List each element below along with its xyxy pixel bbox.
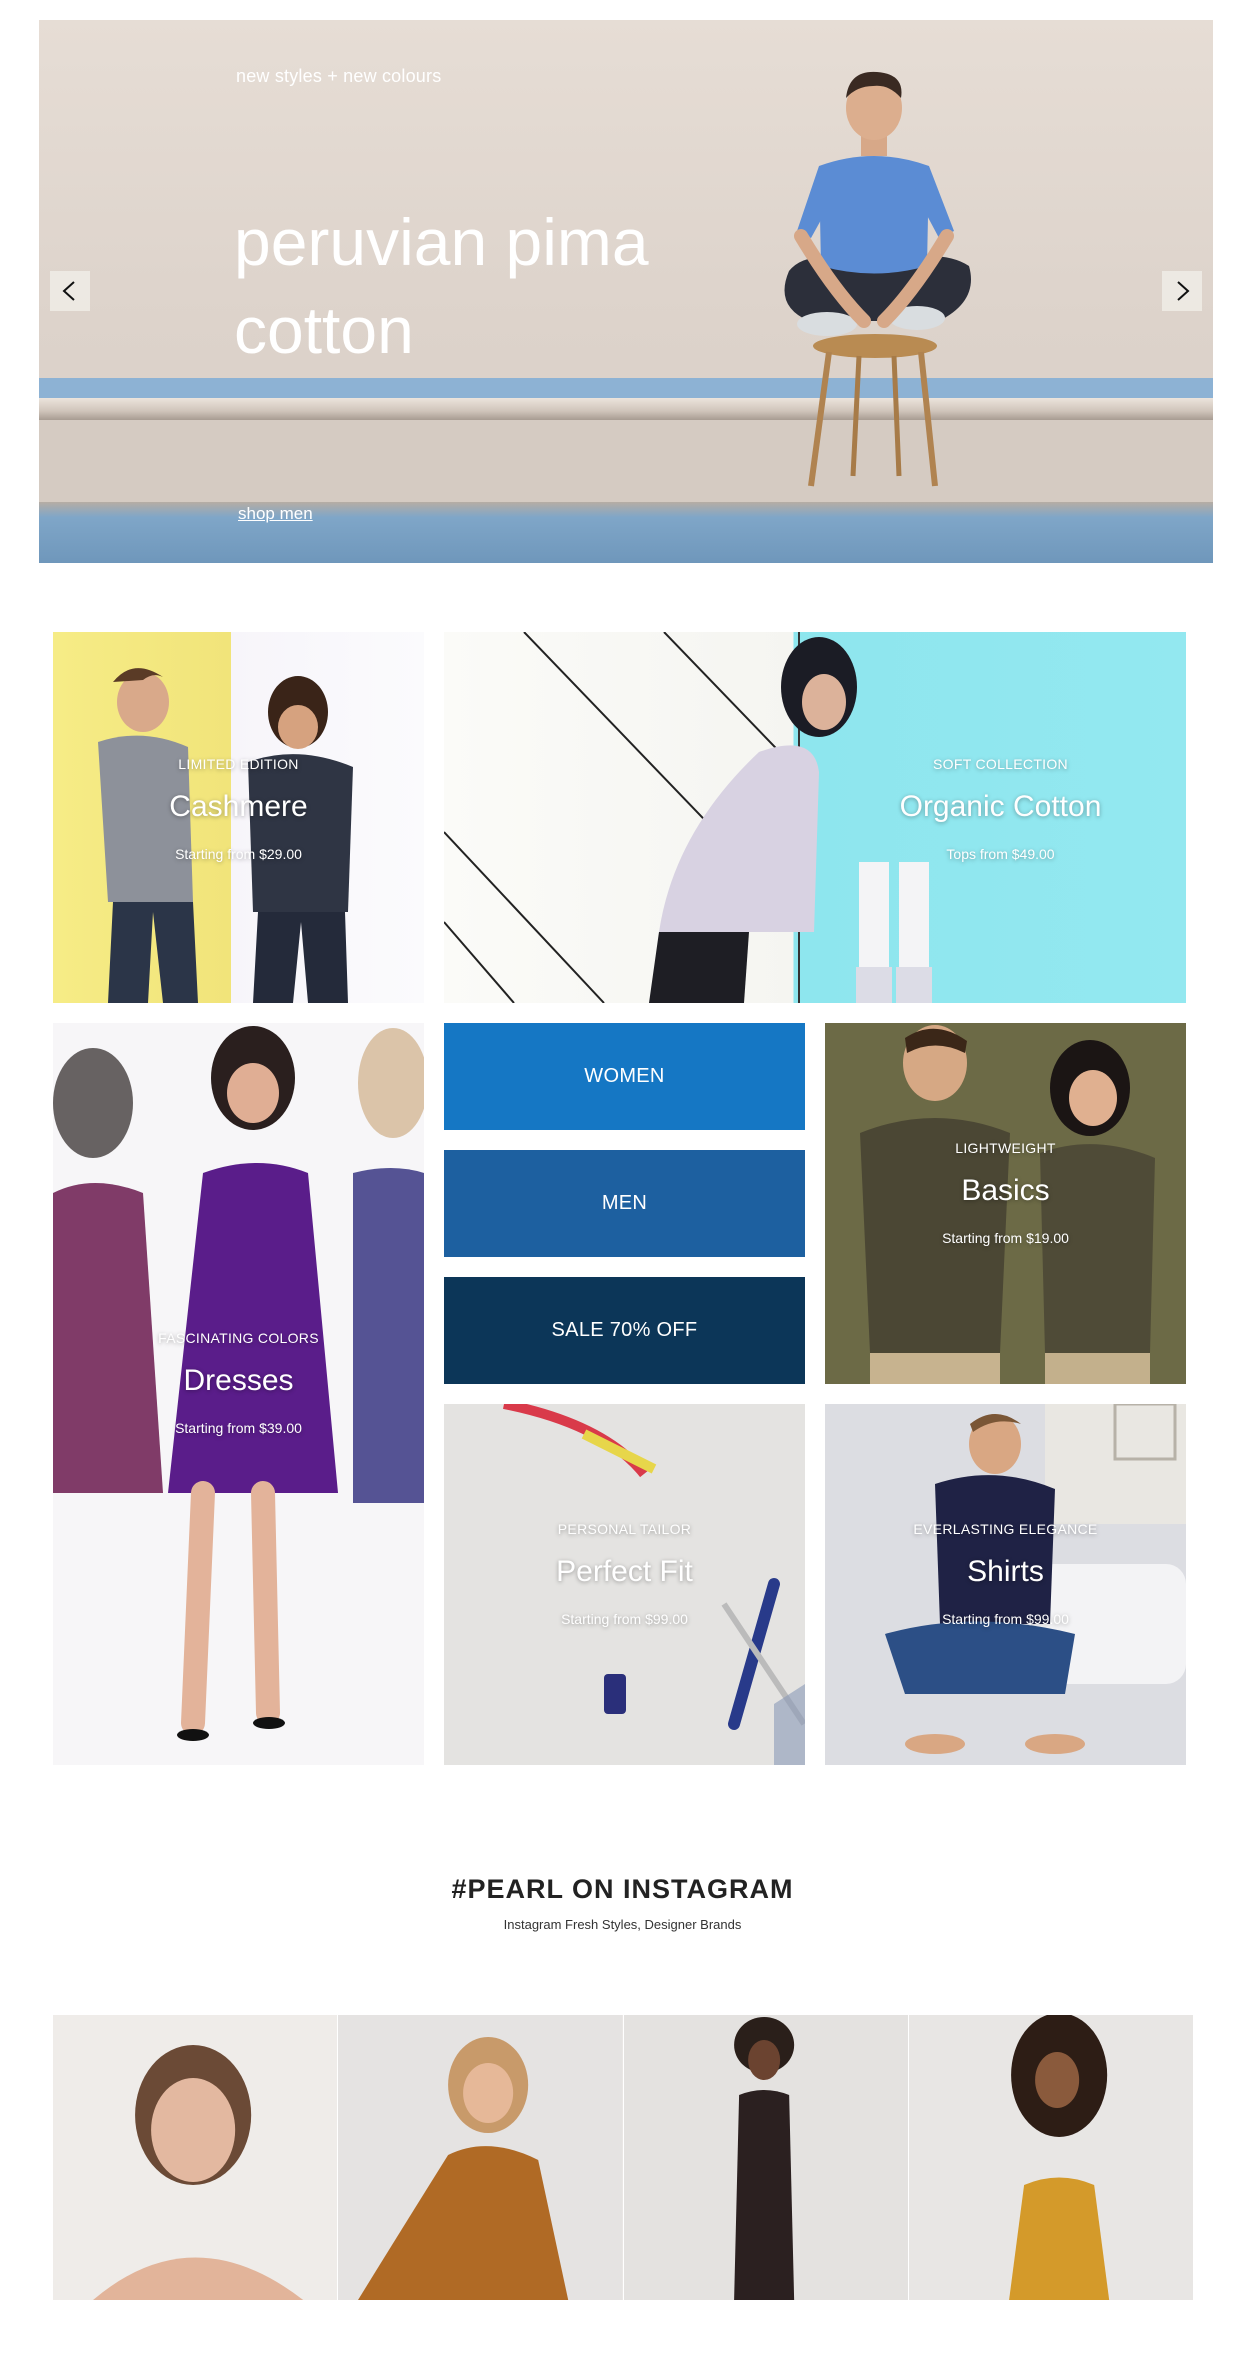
tile-subtitle: Tops from $49.00 (946, 846, 1055, 862)
slider-prev-button[interactable] (50, 271, 90, 311)
hero-shop-men-link[interactable]: shop men (238, 504, 313, 524)
tile-title: Basics (961, 1174, 1050, 1207)
tile-eyebrow: PERSONAL TAILOR (557, 1521, 692, 1537)
tile-eyebrow: EVERLASTING ELEGANCE (913, 1521, 1098, 1537)
hero-headline: peruvian pima cotton (234, 205, 649, 367)
collection-tile-dresses[interactable]: FASCINATING COLORS Dresses Starting from… (53, 1023, 424, 1765)
instagram-post[interactable] (623, 2015, 908, 2300)
category-men-button[interactable]: MEN (444, 1150, 805, 1257)
tile-subtitle: Starting from $99.00 (942, 1611, 1069, 1627)
hero-wall-stripe (39, 378, 1213, 398)
hero-ledge (39, 398, 1213, 420)
collection-tile-shirts[interactable]: EVERLASTING ELEGANCE Shirts Starting fro… (825, 1404, 1186, 1765)
slider-next-button[interactable] (1162, 271, 1202, 311)
basics-caption: LIGHTWEIGHT Basics Starting from $19.00 (825, 1140, 1186, 1246)
dresses-caption: FASCINATING COLORS Dresses Starting from… (53, 1330, 424, 1436)
chevron-right-icon (1177, 281, 1190, 301)
hero-kicker: new styles + new colours (236, 66, 442, 86)
instagram-photo (338, 2015, 623, 2300)
tile-subtitle: Starting from $39.00 (175, 1420, 302, 1436)
instagram-post[interactable] (908, 2015, 1193, 2300)
instagram-subtitle: Instagram Fresh Styles, Designer Brands (503, 1917, 742, 1932)
instagram-post[interactable] (53, 2015, 338, 2300)
collection-tile-perfect-fit[interactable]: PERSONAL TAILOR Perfect Fit Starting fro… (444, 1404, 805, 1765)
instagram-photo (623, 2015, 908, 2300)
tile-eyebrow: LIGHTWEIGHT (955, 1140, 1056, 1156)
tile-subtitle: Starting from $19.00 (942, 1230, 1069, 1246)
instagram-photo (53, 2015, 338, 2300)
tile-eyebrow: FASCINATING COLORS (158, 1330, 319, 1346)
hero-base (39, 502, 1213, 563)
hero-floor (39, 420, 1213, 508)
cashmere-caption: LIMITED EDITION Cashmere Starting from $… (53, 756, 424, 862)
perfect-fit-caption: PERSONAL TAILOR Perfect Fit Starting fro… (444, 1521, 805, 1627)
instagram-grid (53, 2015, 1193, 2300)
tile-eyebrow: LIMITED EDITION (178, 756, 299, 772)
tile-eyebrow: SOFT COLLECTION (933, 756, 1068, 772)
category-women-button[interactable]: WOMEN (444, 1023, 805, 1130)
collection-tile-cashmere[interactable]: LIMITED EDITION Cashmere Starting from $… (53, 632, 424, 1003)
collection-tile-organic-cotton[interactable]: SOFT COLLECTION Organic Cotton Tops from… (444, 632, 1186, 1003)
tile-subtitle: Starting from $29.00 (175, 846, 302, 862)
organic-caption: SOFT COLLECTION Organic Cotton Tops from… (815, 756, 1186, 862)
tile-title: Perfect Fit (556, 1555, 693, 1588)
hero-model-image (784, 71, 971, 487)
instagram-photo (908, 2015, 1193, 2300)
tile-title: Shirts (967, 1555, 1044, 1588)
tile-title: Organic Cotton (899, 790, 1102, 823)
tile-subtitle: Starting from $99.00 (561, 1611, 688, 1627)
tile-title: Cashmere (169, 790, 308, 823)
collection-tile-basics[interactable]: LIGHTWEIGHT Basics Starting from $19.00 (825, 1023, 1186, 1384)
instagram-title: #PEARL ON INSTAGRAM (451, 1874, 794, 1904)
hero-slider: new styles + new colours peruvian pima c… (39, 20, 1213, 563)
chevron-left-icon (62, 281, 75, 301)
tile-title: Dresses (183, 1364, 294, 1397)
shirts-caption: EVERLASTING ELEGANCE Shirts Starting fro… (825, 1521, 1186, 1627)
category-sale-button[interactable]: SALE 70% OFF (444, 1277, 805, 1384)
instagram-post[interactable] (338, 2015, 623, 2300)
